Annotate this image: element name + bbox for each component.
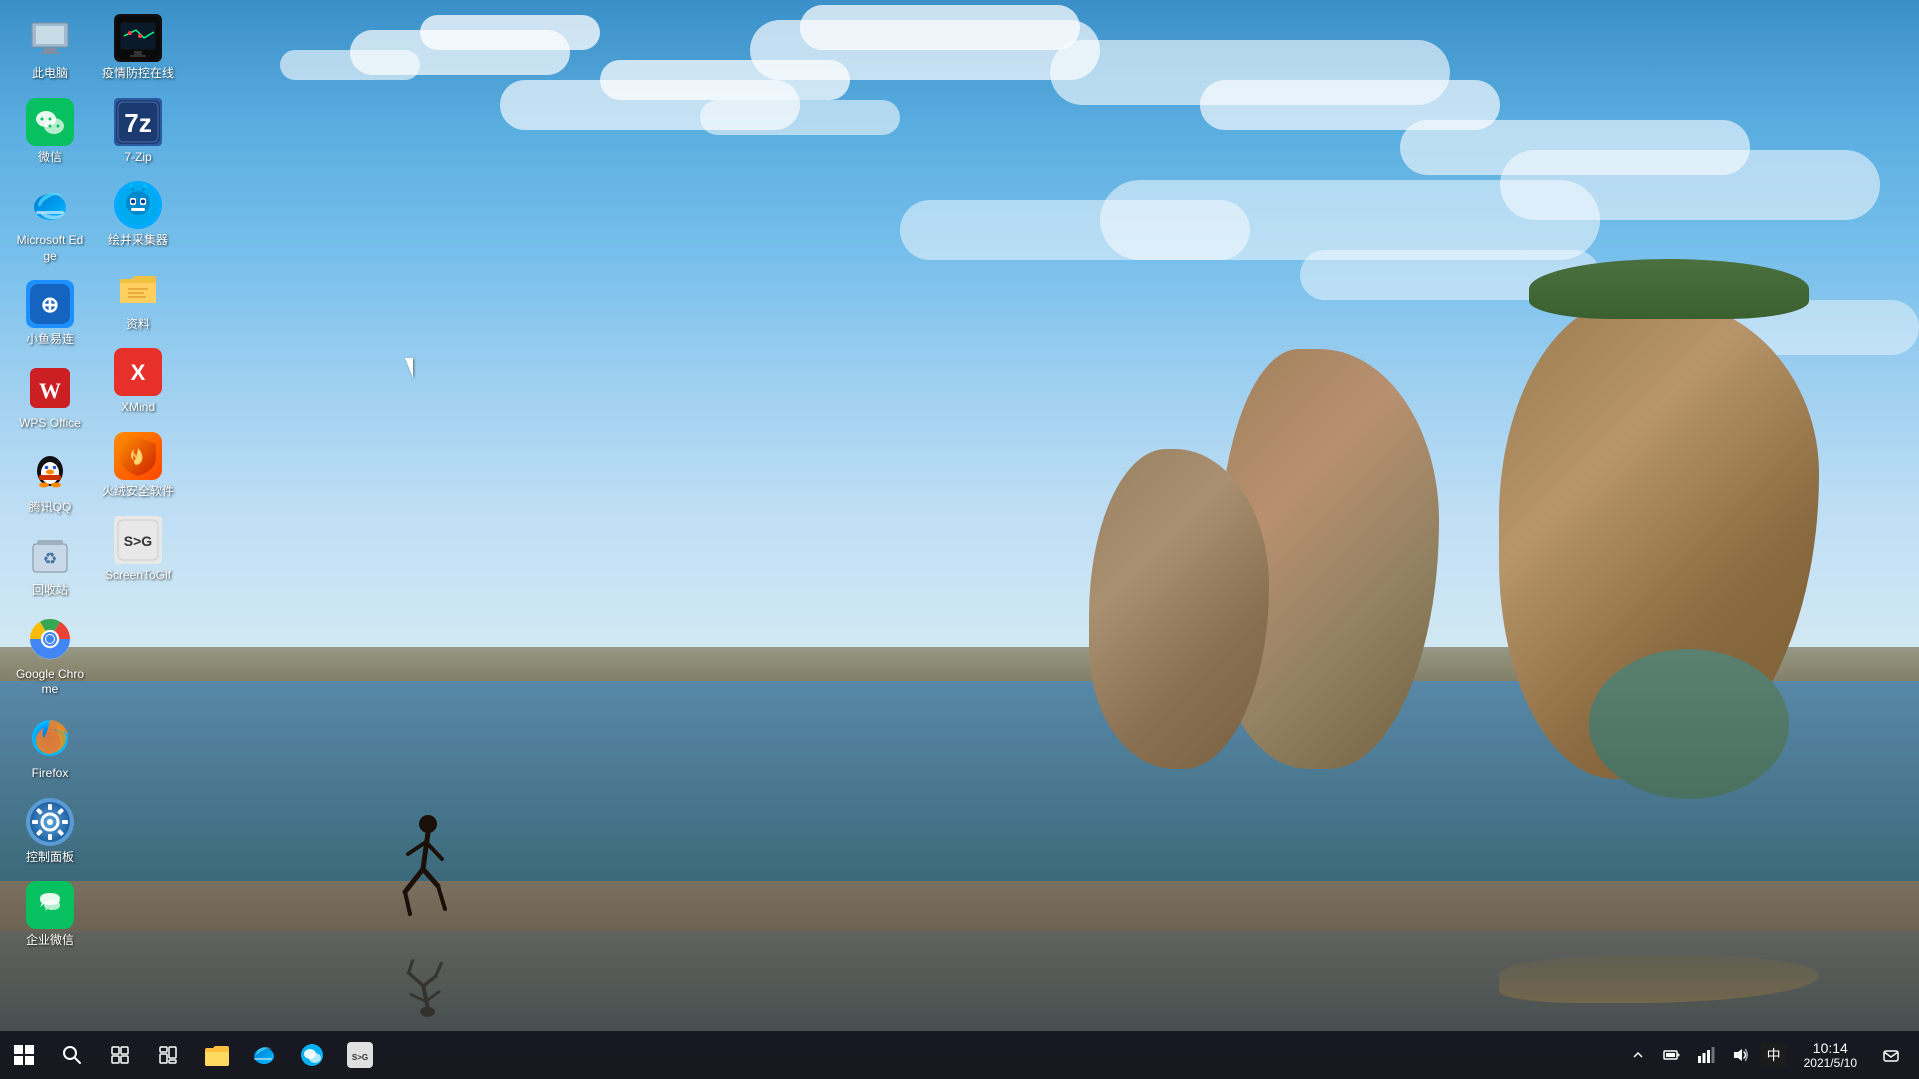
runner-silhouette (390, 814, 460, 924)
huibi-label: 绘并采集器 (108, 233, 168, 249)
desktop-icons-area: 此电脑 微信 (10, 10, 178, 1029)
recycle-icon: ♻ (26, 531, 74, 579)
date-display: 2021/5/10 (1804, 1056, 1857, 1070)
cloud-3 (280, 50, 420, 80)
qq-label: 腾讯QQ (29, 500, 72, 516)
taskbar-edge[interactable] (240, 1031, 288, 1079)
clock-area[interactable]: 10:14 2021/5/10 (1792, 1031, 1869, 1079)
yiqing-icon (114, 14, 162, 62)
doc-icon (114, 265, 162, 313)
runner-reflection (390, 955, 460, 1018)
edge-icon (26, 181, 74, 229)
wechat-label: 微信 (38, 150, 62, 166)
taskbar: S>G (0, 1031, 1919, 1079)
ime-label: 中 (1761, 1043, 1787, 1067)
start-icon (14, 1045, 34, 1065)
icon-control-panel[interactable]: 控制面板 (10, 794, 90, 870)
xmind-icon: X (114, 348, 162, 396)
taskbar-pinned-apps: S>G (192, 1031, 384, 1079)
tray-expand-button[interactable] (1622, 1031, 1654, 1079)
svg-text:⊕: ⊕ (41, 292, 59, 317)
qywx-icon (26, 881, 74, 929)
screentogif-label: ScreenToGif (105, 568, 171, 584)
screentogif-taskbar-icon: S>G (346, 1041, 374, 1069)
cloud-15 (1500, 150, 1880, 220)
widgets-button[interactable] (144, 1031, 192, 1079)
firefox-label: Firefox (32, 766, 69, 782)
firefox-icon (26, 714, 74, 762)
control-panel-label: 控制面板 (26, 850, 74, 866)
svg-text:7z: 7z (124, 108, 151, 138)
icon-qywx[interactable]: 企业微信 (10, 877, 90, 953)
taskbar-file-explorer[interactable] (192, 1031, 240, 1079)
icon-yiqing[interactable]: 疫情防控在线 (98, 10, 178, 86)
start-button[interactable] (0, 1031, 48, 1079)
messaging-taskbar-icon (298, 1041, 326, 1069)
icon-huibi[interactable]: 绘并采集器 (98, 177, 178, 253)
doc-label: 资料 (126, 317, 150, 333)
file-explorer-taskbar-icon (202, 1041, 230, 1069)
this-pc-icon (26, 14, 74, 62)
7zip-icon: 7z (114, 98, 162, 146)
search-button[interactable] (48, 1031, 96, 1079)
system-tray: 中 10:14 2021/5/10 (1622, 1031, 1919, 1079)
huojian-icon (114, 432, 162, 480)
icon-wps[interactable]: W WPS Office (10, 360, 90, 436)
icon-wechat[interactable]: 微信 (10, 94, 90, 170)
cloud-2 (420, 15, 600, 50)
xiaoyu-label: 小鱼易连 (26, 332, 74, 348)
svg-text:S>G: S>G (352, 1053, 368, 1062)
cloud-8 (700, 100, 900, 135)
battery-icon[interactable] (1656, 1031, 1688, 1079)
icon-recycle[interactable]: ♻ 回收站 (10, 527, 90, 603)
cloud-13 (900, 200, 1250, 260)
edge-taskbar-icon (250, 1041, 278, 1069)
yiqing-label: 疫情防控在线 (102, 66, 174, 82)
icon-7zip[interactable]: 7z 7-Zip (98, 94, 178, 170)
xiaoyu-icon: ⊕ (26, 280, 74, 328)
notification-button[interactable] (1871, 1031, 1911, 1079)
rock-arch-hole (1589, 649, 1789, 799)
edge-label: Microsoft Edge (14, 233, 86, 264)
icon-screentogif[interactable]: S>G ScreenToGif (98, 512, 178, 588)
rock-arch-top-vegetation (1529, 259, 1809, 319)
screentogif-icon: S>G (114, 516, 162, 564)
svg-text:♻: ♻ (43, 551, 57, 568)
huojian-label: 火绒安全软件 (102, 484, 174, 500)
icon-firefox[interactable]: Firefox (10, 710, 90, 786)
task-view-button[interactable] (96, 1031, 144, 1079)
icon-huojian[interactable]: 火绒安全软件 (98, 428, 178, 504)
wechat-icon (26, 98, 74, 146)
icon-ms-edge[interactable]: Microsoft Edge (10, 177, 90, 268)
control-panel-icon (26, 798, 74, 846)
7zip-label: 7-Zip (124, 150, 151, 166)
recycle-label: 回收站 (32, 583, 68, 599)
wps-icon: W (26, 364, 74, 412)
network-icon[interactable] (1690, 1031, 1722, 1079)
cloud-7 (800, 5, 1080, 50)
icon-chrome[interactable]: Google Chrome (10, 611, 90, 702)
wps-label: WPS Office (19, 416, 81, 432)
ime-indicator[interactable]: 中 (1758, 1031, 1790, 1079)
icon-xmind[interactable]: X XMind (98, 344, 178, 420)
icon-doc[interactable]: 资料 (98, 261, 178, 337)
chrome-label: Google Chrome (14, 667, 86, 698)
qywx-label: 企业微信 (26, 933, 74, 949)
desktop: 此电脑 微信 (0, 0, 1919, 1079)
huibi-icon (114, 181, 162, 229)
chrome-icon (26, 615, 74, 663)
volume-icon[interactable] (1724, 1031, 1756, 1079)
this-pc-label: 此电脑 (32, 66, 68, 82)
svg-text:W: W (39, 378, 61, 403)
icon-this-pc[interactable]: 此电脑 (10, 10, 90, 86)
time-display: 10:14 (1813, 1040, 1848, 1056)
icon-xiaoyu[interactable]: ⊕ 小鱼易连 (10, 276, 90, 352)
svg-text:X: X (131, 360, 146, 385)
svg-text:S>G: S>G (124, 533, 153, 549)
taskbar-messaging[interactable] (288, 1031, 336, 1079)
icon-qq[interactable]: 腾讯QQ (10, 444, 90, 520)
qq-icon (26, 448, 74, 496)
taskbar-screentogif[interactable]: S>G (336, 1031, 384, 1079)
xmind-label: XMind (121, 400, 155, 416)
